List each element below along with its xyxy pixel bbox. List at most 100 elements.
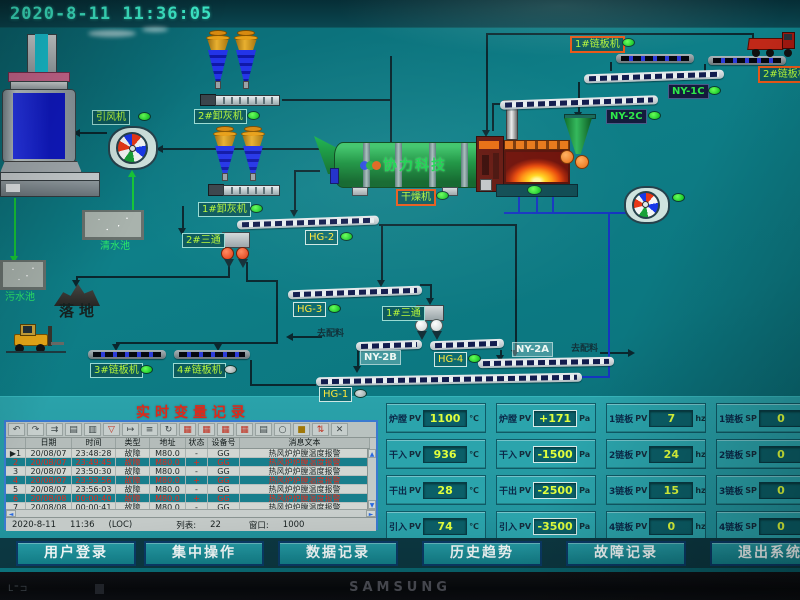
arrow	[353, 366, 361, 373]
label-diverter-1: 1#三通	[382, 306, 425, 321]
alarm-row[interactable]: 420/08/0723:53:56故障M80.0+GG热风炉炉膛温度报警	[6, 476, 370, 485]
alarm-row[interactable]: 520/08/0723:56:03故障M80.0-GG热风炉炉膛温度报警	[6, 485, 370, 494]
alarm-cell: -	[186, 485, 208, 494]
alarm-row[interactable]: ▶120/08/0723:48:28故障M80.0-GG热风炉炉膛温度报警	[6, 449, 370, 458]
column-header: 状态	[186, 438, 208, 448]
air-to-hg1	[580, 376, 610, 378]
readout-label: 1链板	[719, 412, 743, 425]
bezel-button[interactable]	[95, 584, 104, 594]
tools-icon[interactable]: ✕	[331, 423, 348, 436]
drum-band	[461, 143, 468, 187]
readout-干入-PV: 干入PV-1500Pa	[496, 439, 596, 469]
status-indicator	[224, 365, 237, 374]
alarm-row[interactable]: 320/08/0723:50:30故障M80.0-GG热风炉炉膛温度报警	[6, 467, 370, 476]
chain-conveyor-4[interactable]	[174, 350, 250, 359]
readout-干入-PV: 干入PV936℃	[386, 439, 486, 469]
truck-window	[784, 34, 792, 40]
grid-alarm-3-icon[interactable]: ▦	[217, 423, 234, 436]
furnace-door	[480, 179, 492, 191]
scroll-left-icon[interactable]: ◄	[6, 510, 16, 517]
cyclone-tip	[250, 173, 256, 181]
link-icon[interactable]: ○	[274, 423, 291, 436]
readout-value: 936	[423, 446, 467, 463]
readout-label: 4链板	[609, 520, 633, 533]
cyclone	[233, 30, 259, 90]
readout-field: PV	[519, 450, 531, 459]
conveyor-hg2[interactable]	[237, 216, 379, 230]
chain-conveyor-3[interactable]	[88, 350, 166, 359]
induced-draft-fan[interactable]	[108, 126, 158, 170]
nav-button-2[interactable]: 集中操作	[144, 541, 264, 566]
grid-alarm-1-icon[interactable]: ▦	[179, 423, 196, 436]
list-icon[interactable]: ≡	[141, 423, 158, 436]
readout-3链板-PV: 3链板PV15hz	[606, 475, 706, 505]
route-long	[515, 224, 517, 352]
column-header: 日期	[26, 438, 72, 448]
conveyor-hg4[interactable]	[430, 339, 504, 351]
grid-alarm-2-icon[interactable]: ▦	[198, 423, 215, 436]
sort-icon[interactable]: ⇅	[312, 423, 329, 436]
alarm-cell: M80.0	[150, 494, 186, 503]
alarm-row[interactable]: 220/08/0723:49:45故障M80.0+GG热风炉炉膛温度报警	[6, 458, 370, 467]
readout-value: 0	[759, 518, 800, 535]
nav-button-4[interactable]: 历史趋势	[422, 541, 542, 566]
label-ash-screw-1: 1#卸灰机	[198, 202, 251, 217]
truck-bed	[747, 38, 785, 50]
vertical-scrollbar[interactable]: ▲▼	[367, 449, 376, 509]
status-indicator	[247, 111, 260, 120]
refresh-icon[interactable]: ↻	[160, 423, 177, 436]
alarm-cell: 20/08/07	[26, 467, 72, 476]
export-icon[interactable]: ⇉	[46, 423, 63, 436]
alarm-cell: 热风炉炉膛温度报警	[240, 458, 370, 467]
label-sewage-pool: 污水池	[2, 291, 38, 304]
chart-icon[interactable]: ▥	[84, 423, 101, 436]
label-ny2b: NY-2B	[360, 350, 401, 365]
scroll-up-icon[interactable]: ▲	[368, 449, 376, 458]
nav-button-1[interactable]: 用户登录	[16, 541, 136, 566]
conveyor-hg3[interactable]	[288, 286, 422, 300]
readout-value: 74	[423, 518, 467, 535]
status-indicator	[354, 389, 367, 398]
conveyor-ny1c[interactable]	[584, 70, 724, 84]
readout-引入-PV: 引入PV-3500Pa	[496, 511, 596, 541]
view-icon[interactable]: ▤	[65, 423, 82, 436]
table-icon[interactable]: ▤	[255, 423, 272, 436]
lock-icon[interactable]: ■	[293, 423, 310, 436]
readout-label: 3链板	[609, 484, 633, 497]
conveyor-hg1[interactable]	[316, 373, 582, 387]
readout-label: 炉膛	[499, 412, 517, 425]
secondary-fan[interactable]	[624, 186, 670, 224]
filter-icon[interactable]: ▽	[103, 423, 120, 436]
platform-hatch	[6, 184, 20, 192]
nav-button-5[interactable]: 故障记录	[566, 541, 686, 566]
readout-引入-PV: 引入PV74℃	[386, 511, 486, 541]
scroll-right-icon[interactable]: ►	[366, 510, 376, 517]
conveyor-ny2a[interactable]	[478, 357, 614, 368]
chain-conveyor-1[interactable]	[616, 54, 694, 63]
alarm-cell: 23:50:30	[72, 467, 116, 476]
grid-alarm-4-icon[interactable]: ▦	[236, 423, 253, 436]
furnace-slot	[493, 153, 499, 179]
ash-screw-conveyor-2[interactable]	[200, 92, 280, 108]
readout-炉膛-PV: 炉膛PV+171Pa	[496, 403, 596, 433]
alarm-row[interactable]: 620/08/0800:00:40故障M80.0+GG热风炉炉膛温度报警	[6, 494, 370, 503]
alarm-table-widget: ↶↷⇉▤▥▽↦≡↻▦▦▦▦▤○■⇅✕ 日期时间类型地址状态设备号消息文本 ▶12…	[4, 420, 378, 530]
readout-value: 0	[759, 446, 800, 463]
readout-label: 干入	[389, 448, 407, 461]
readout-4链板-PV: 4链板PV0hz	[606, 511, 706, 541]
forklift-icon	[6, 320, 66, 352]
alarm-cell: +	[186, 476, 208, 485]
ash-screw-conveyor-1[interactable]	[208, 182, 280, 198]
readout-field: PV	[635, 450, 647, 459]
label-diverter-2: 2#三通	[182, 233, 225, 248]
jump-icon[interactable]: ↦	[122, 423, 139, 436]
nav-button-3[interactable]: 数据记录	[278, 541, 398, 566]
redo-icon[interactable]: ↷	[27, 423, 44, 436]
cyclone-cone	[215, 146, 235, 174]
undo-icon[interactable]: ↶	[8, 423, 25, 436]
horizontal-scrollbar[interactable]: ◄►	[6, 509, 376, 517]
readout-unit: ℃	[469, 522, 479, 531]
nav-button-6[interactable]: 退出系统	[710, 541, 800, 566]
scroll-down-icon[interactable]: ▼	[368, 500, 376, 509]
diverter-1-flap	[430, 319, 443, 332]
